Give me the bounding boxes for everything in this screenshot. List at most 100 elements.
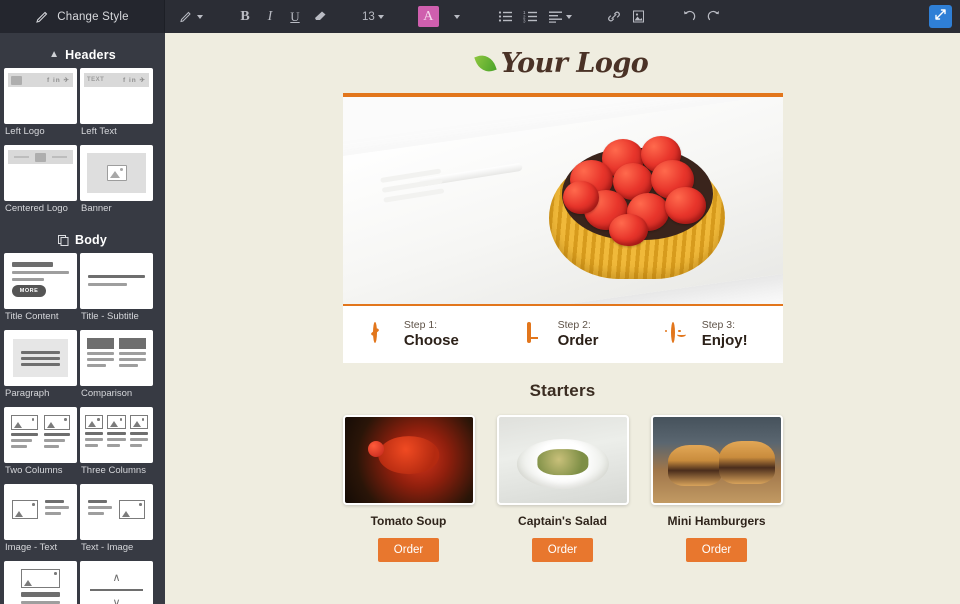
block-centered-logo[interactable]: Centered Logo — [4, 145, 77, 219]
section-header-body[interactable]: Body — [0, 227, 165, 253]
step-title: Choose — [403, 332, 459, 350]
formatting-toolbar: B I U 13 A 1 2 3 — [165, 0, 960, 33]
email-canvas[interactable]: Your Logo Step 1: Choose Step 2: Order S… — [165, 33, 960, 604]
email-logo-block[interactable]: Your Logo — [165, 33, 960, 93]
chevron-down-icon — [565, 14, 572, 19]
order-button[interactable]: Order — [531, 538, 594, 562]
top-toolbar: Change Style B I U 13 A 1 2 3 — [0, 0, 960, 33]
block-three-columns[interactable]: Three Columns — [80, 407, 153, 481]
section-header-headers[interactable]: ▲ Headers — [0, 42, 165, 68]
step-item[interactable]: Step 3: Enjoy! — [636, 319, 783, 350]
section-title: Headers — [65, 48, 116, 62]
body-block-grid: MORE Title Content Title - Subtitle Para… — [0, 253, 165, 604]
tart-shape — [549, 130, 726, 280]
block-title-content[interactable]: MORE Title Content — [4, 253, 77, 327]
paragraph-area — [13, 339, 68, 377]
thumb-bar: TEXT f in ✈ — [84, 73, 149, 87]
image-icon — [632, 10, 645, 23]
toolbar-spacer-6 — [652, 5, 676, 29]
divider — [14, 156, 29, 158]
tomato-soup-image[interactable] — [342, 415, 475, 505]
block-image-text[interactable]: Image - Text — [4, 484, 77, 558]
workspace: ▲ Headers f in ✈ Left Logo TEXT f in ✈ L… — [0, 33, 960, 604]
redo-button[interactable] — [702, 5, 726, 29]
bullet-list-icon — [498, 10, 513, 23]
thumb-bar — [8, 150, 73, 164]
starter-item[interactable]: Tomato Soup Order — [342, 415, 475, 562]
mini-hamburgers-image[interactable] — [650, 415, 783, 505]
order-button[interactable]: Order — [377, 538, 440, 562]
step-number-label: Step 3: — [701, 318, 736, 331]
align-left-icon — [548, 10, 563, 23]
clear-format-button[interactable] — [308, 5, 332, 29]
step-title: Order — [557, 332, 599, 350]
section-title: Body — [74, 233, 108, 247]
block-banner[interactable]: Banner — [80, 145, 153, 219]
email-document: Your Logo Step 1: Choose Step 2: Order S… — [165, 33, 960, 604]
image-icon — [129, 415, 148, 429]
leaf-icon — [473, 51, 497, 75]
chevron-down-icon — [454, 14, 461, 19]
order-button[interactable]: Order — [685, 538, 748, 562]
bullet-list-button[interactable] — [494, 5, 518, 29]
social-icons: f in ✈ — [123, 77, 146, 84]
starters-heading: Starters — [529, 381, 596, 400]
image-icon — [21, 569, 60, 588]
text-style-dropdown[interactable] — [175, 5, 207, 29]
step-item[interactable]: Step 2: Order — [489, 319, 636, 350]
image-icon — [12, 500, 38, 519]
block-thumb — [4, 145, 77, 201]
captains-salad-image[interactable] — [496, 415, 629, 505]
font-color-dropdown[interactable] — [444, 5, 468, 29]
hero-image[interactable] — [342, 97, 783, 304]
brush-icon — [35, 10, 49, 24]
insert-image-button[interactable] — [627, 5, 651, 29]
link-button[interactable] — [602, 5, 626, 29]
credit-card-icon — [526, 321, 549, 346]
starter-name: Tomato Soup — [370, 514, 447, 528]
block-label: Text - Image — [81, 542, 134, 553]
image-icon — [106, 165, 127, 181]
blocks-sidebar[interactable]: ▲ Headers f in ✈ Left Logo TEXT f in ✈ L… — [0, 33, 165, 604]
chevron-up-icon: ▲ — [49, 49, 60, 60]
block-left-logo[interactable]: f in ✈ Left Logo — [4, 68, 77, 142]
underline-button[interactable]: U — [283, 5, 307, 29]
starter-item[interactable]: Captain's Salad Order — [496, 415, 629, 562]
email-hero-card[interactable]: Step 1: Choose Step 2: Order Step 3: Enj… — [342, 93, 783, 363]
block-left-text[interactable]: TEXT f in ✈ Left Text — [80, 68, 153, 142]
expand-button[interactable] — [929, 5, 952, 28]
link-icon — [607, 10, 621, 23]
block-thumb — [4, 484, 77, 540]
undo-button[interactable] — [677, 5, 701, 29]
copy-icon — [57, 234, 69, 246]
block-thumb — [80, 484, 153, 540]
italic-button[interactable]: I — [258, 5, 282, 29]
block-separator[interactable]: ∧ ∨ Separator — [80, 561, 153, 604]
starter-item[interactable]: Mini Hamburgers Order — [650, 415, 783, 562]
smiley-icon — [664, 321, 693, 346]
image-icon — [85, 415, 104, 429]
block-paragraph[interactable]: Paragraph — [4, 330, 77, 404]
bold-button[interactable]: B — [233, 5, 257, 29]
email-editor-app: Change Style B I U 13 A 1 2 3 ▲ Headers … — [0, 0, 960, 604]
starter-name: Captain's Salad — [518, 514, 607, 528]
font-color-button[interactable]: A — [414, 5, 443, 29]
block-comparison[interactable]: Comparison — [80, 330, 153, 404]
toolbar-spacer-1 — [208, 5, 232, 29]
block-thumb — [4, 330, 77, 386]
block-title-subtitle[interactable]: Title - Subtitle — [80, 253, 153, 327]
block-two-columns[interactable]: Two Columns — [4, 407, 77, 481]
change-style-button[interactable]: Change Style — [0, 0, 165, 33]
social-icons: f in ✈ — [47, 77, 70, 84]
divider — [52, 156, 67, 158]
undo-icon — [682, 10, 696, 23]
separator-line — [90, 589, 143, 591]
numbered-list-button[interactable]: 123 — [519, 5, 543, 29]
step-item[interactable]: Step 1: Choose — [343, 319, 490, 350]
font-size-dropdown[interactable]: 13 — [358, 5, 388, 29]
block-text-image[interactable]: Text - Image — [80, 484, 153, 558]
step-number-label: Step 1: — [403, 318, 438, 331]
block-image[interactable]: Image — [4, 561, 77, 604]
align-dropdown[interactable] — [544, 5, 576, 29]
text-placeholder-label: TEXT — [87, 77, 105, 83]
